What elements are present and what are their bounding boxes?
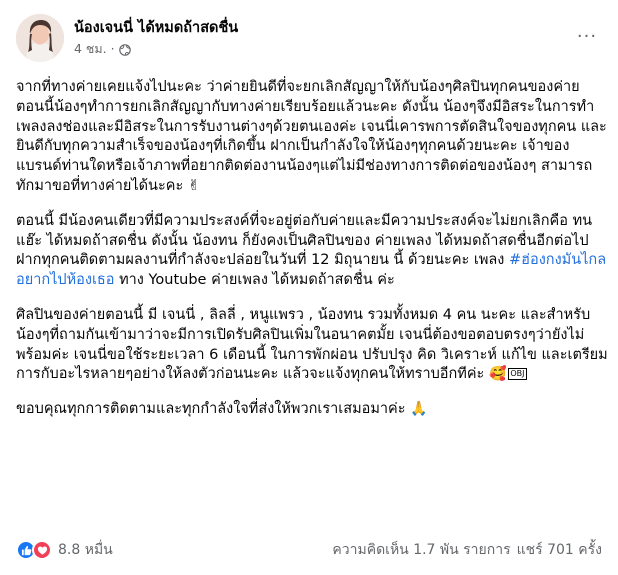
more-icon[interactable]: ···: [572, 24, 602, 48]
post-meta: น้องเจนนี่ ได้หมดถ้าสดชื่น 4 ชม. ·: [74, 19, 238, 57]
paragraph-4: ขอบคุณทุกการติดตามและทุกกำลังใจที่ส่งให้…: [16, 400, 608, 420]
paragraph-3: ศิลปินของค่ายตอนนี้ มี เจนนี่ , ลิลลี่ ,…: [16, 306, 608, 385]
globe-icon[interactable]: [118, 43, 131, 56]
separator-dot: ·: [110, 41, 115, 56]
obj-emoji: OBJ: [508, 368, 527, 381]
post-time[interactable]: 4 ชม.: [74, 40, 107, 57]
paragraph-2-text: ตอนนี้ มีน้องคนเดียวที่มีความประสงค์ที่จ…: [16, 212, 593, 269]
paragraph-2-tail: ทาง Youtube ค่ายเพลง ได้หมดถ้าสดชื่น ค่ะ: [114, 272, 395, 289]
post-header: น้องเจนนี่ ได้หมดถ้าสดชื่น 4 ชม. · ···: [16, 12, 602, 64]
facebook-post: น้องเจนนี่ ได้หมดถ้าสดชื่น 4 ชม. · ··· จ…: [0, 0, 618, 575]
paragraph-1: จากที่ทางค่ายเคยแจ้งไปนะคะ ว่าค่ายยินดีท…: [16, 79, 607, 194]
love-face-emoji: 🥰: [488, 366, 507, 383]
share-count[interactable]: แชร์ 701 ครั้ง: [517, 539, 602, 561]
post-footer: 8.8 หมื่น ความคิดเห็น 1.7 พัน รายการ แชร…: [16, 536, 602, 564]
post-subline: 4 ชม. ·: [74, 40, 238, 57]
reaction-count[interactable]: 8.8 หมื่น: [58, 539, 113, 561]
paragraph-2: ตอนนี้ มีน้องคนเดียวที่มีความประสงค์ที่จ…: [16, 212, 608, 291]
pray-emoji: 🙏: [410, 401, 428, 418]
love-icon: [32, 540, 52, 560]
post-stats: ความคิดเห็น 1.7 พัน รายการ แชร์ 701 ครั้…: [332, 539, 602, 561]
post-body: จากที่ทางค่ายเคยแจ้งไปนะคะ ว่าค่ายยินดีท…: [16, 78, 608, 435]
paragraph-4-text: ขอบคุณทุกการติดตามและทุกกำลังใจที่ส่งให้…: [16, 401, 411, 418]
comment-count[interactable]: ความคิดเห็น 1.7 พัน รายการ: [332, 539, 510, 561]
avatar[interactable]: [16, 14, 64, 62]
author-name[interactable]: น้องเจนนี่ ได้หมดถ้าสดชื่น: [74, 19, 238, 38]
reactions-summary[interactable]: 8.8 หมื่น: [16, 539, 113, 561]
